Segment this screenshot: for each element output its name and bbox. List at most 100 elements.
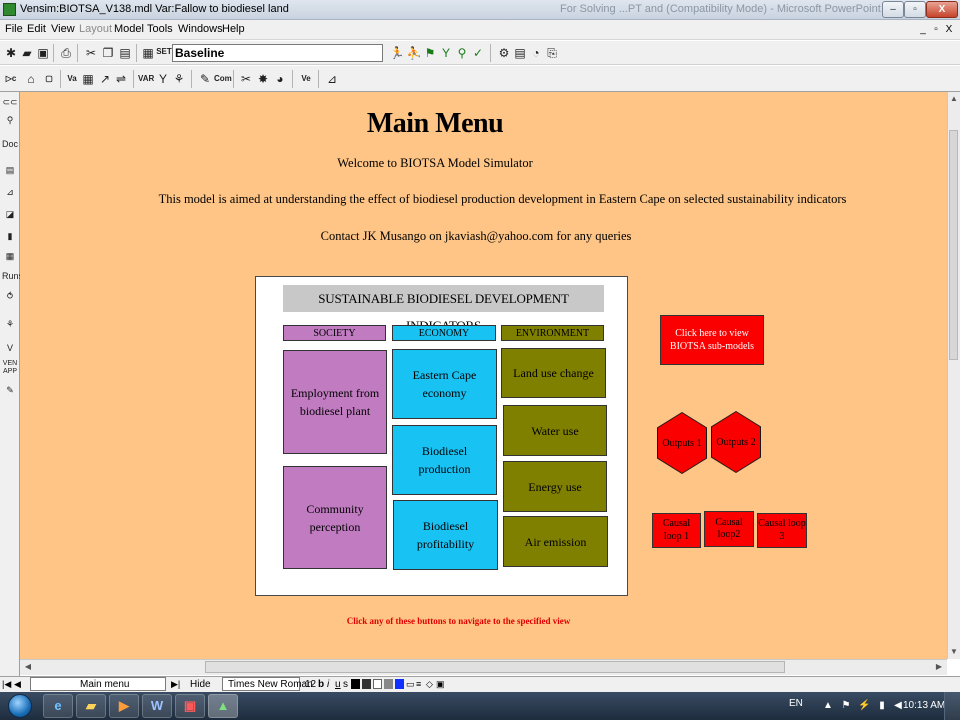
set-up-simulation-icon[interactable]: SET [156, 44, 172, 60]
runs-compare-icon[interactable]: Runs [2, 268, 23, 284]
tray-arrow-icon[interactable]: ▲ [822, 700, 834, 712]
lock-tool-icon[interactable]: ⌂ [23, 71, 39, 87]
merge-tool-icon[interactable]: ⚘ [171, 71, 187, 87]
bar-graph-icon[interactable]: ▮ [2, 228, 18, 244]
delete-tool-icon[interactable]: ✂ [238, 71, 254, 87]
strikethrough-toggle[interactable]: s [343, 678, 348, 691]
energy-use-button[interactable]: Energy use [503, 461, 607, 512]
check-model-icon[interactable]: ▤ [512, 45, 528, 61]
clock-icon[interactable]: ◔ [528, 45, 544, 61]
next-view-icon[interactable]: ▶| [171, 678, 180, 691]
units-check-icon[interactable]: ⚙ [496, 45, 512, 61]
extra-format-icon[interactable]: ▣ [436, 678, 445, 691]
causes-strip-icon[interactable]: ▤ [2, 162, 18, 178]
reference-mode-icon[interactable]: ◕ [272, 71, 288, 87]
venapp-builder-icon[interactable]: VEN APP [2, 360, 18, 376]
gaming-icon[interactable]: ⚑ [422, 45, 438, 61]
graph-tool-icon[interactable]: ⊿ [324, 71, 340, 87]
action-center-icon[interactable]: ⚑ [840, 700, 852, 712]
eastern-cape-economy-button[interactable]: Eastern Cape economy [392, 349, 497, 419]
rate-tool-icon[interactable]: ⇌ [113, 71, 129, 87]
pointer-tool-icon[interactable]: ▷c [3, 71, 19, 87]
word-icon[interactable]: W [142, 694, 172, 718]
causal-loop-3-button[interactable]: Causal loop 3 [757, 513, 807, 548]
sketch-icon[interactable]: ▦ [140, 45, 156, 61]
pdf-icon[interactable]: ▣ [175, 694, 205, 718]
document-tool-icon[interactable]: Doc [2, 136, 18, 152]
bold-toggle[interactable]: b [318, 678, 324, 691]
biodiesel-production-button[interactable]: Biodiesel production [392, 425, 497, 495]
vensim-app-icon[interactable] [3, 3, 16, 16]
copy-icon[interactable]: ❐ [100, 45, 116, 61]
align-icon[interactable]: ≡ [416, 678, 421, 691]
shape-icon[interactable]: ◇ [426, 678, 433, 691]
open-folder-icon[interactable]: ▰ [19, 45, 35, 61]
prev-view-icon[interactable]: ◀ [14, 678, 21, 691]
menu-file[interactable]: File [5, 23, 23, 35]
vertical-scroll-thumb[interactable] [949, 130, 958, 360]
submodels-button[interactable]: Click here to view BIOTSA sub-models [660, 315, 764, 365]
loops-icon[interactable]: ⥀ [2, 288, 18, 304]
close-button[interactable]: X [926, 1, 958, 18]
shadow-variable-tool-icon[interactable]: VAR [138, 71, 154, 87]
start-button[interactable] [8, 694, 32, 718]
sketch-comment-tool-icon[interactable]: ✎ [197, 71, 213, 87]
mdi-restore-button[interactable]: ▫ [930, 23, 942, 36]
box-variable-tool-icon[interactable]: ▢ [41, 71, 57, 87]
scroll-left-icon[interactable]: ◀ [23, 662, 33, 672]
network-icon[interactable]: ▮ [876, 700, 888, 712]
scroll-right-icon[interactable]: ▶ [934, 662, 944, 672]
print-icon[interactable]: ⎙ [58, 45, 74, 61]
venapp-tool-icon[interactable]: Ve [298, 71, 314, 87]
text-color-swatch[interactable] [351, 679, 360, 689]
water-use-button[interactable]: Water use [503, 405, 607, 456]
fill-color-swatch[interactable] [373, 679, 382, 689]
arrow-tool-icon[interactable]: ↗ [97, 71, 113, 87]
air-emission-button[interactable]: Air emission [503, 516, 608, 567]
sensitivity-icon[interactable]: Y [438, 45, 454, 61]
language-indicator[interactable]: EN [789, 698, 803, 709]
mdi-close-button[interactable]: X [943, 23, 955, 36]
synthesim-icon[interactable]: ⛹ [406, 45, 422, 61]
new-file-icon[interactable]: ✱ [3, 45, 19, 61]
cut-icon[interactable]: ✂ [83, 45, 99, 61]
run-name-input[interactable]: Baseline [172, 44, 383, 62]
show-desktop-button[interactable] [944, 692, 960, 720]
minimize-button[interactable]: – [882, 1, 904, 18]
venapp-icon[interactable]: V [2, 340, 18, 356]
save-icon[interactable]: ▣ [35, 45, 51, 61]
variable-tool-icon[interactable]: Va [64, 71, 80, 87]
syntax-tool-icon[interactable]: ✎ [2, 382, 18, 398]
causes-tree-icon[interactable]: ⊂⊂ [2, 94, 18, 110]
first-view-icon[interactable]: |◀ [2, 678, 11, 691]
runs-tool-icon[interactable]: ⚘ [2, 316, 18, 332]
ie-icon[interactable]: e [43, 694, 73, 718]
simulate-runner-icon[interactable]: 🏃 [389, 45, 405, 61]
vensim-icon[interactable]: ▲ [208, 694, 238, 718]
land-use-change-button[interactable]: Land use change [501, 348, 606, 398]
menu-view[interactable]: View [51, 23, 75, 35]
community-perception-button[interactable]: Community perception [283, 466, 387, 569]
clock[interactable]: 10:13 AM [903, 700, 945, 711]
media-player-icon[interactable]: ▶ [109, 694, 139, 718]
border-style-icon[interactable]: ▭ [406, 678, 415, 691]
line-color-swatch[interactable] [362, 679, 371, 689]
menu-edit[interactable]: Edit [27, 23, 46, 35]
table-icon[interactable]: ▦ [2, 248, 18, 264]
biodiesel-profitability-button[interactable]: Biodiesel profitability [393, 500, 498, 570]
italic-toggle[interactable]: i [327, 678, 329, 691]
comment-tool-icon[interactable]: Com [214, 71, 232, 87]
mdi-minimize-button[interactable]: _ [917, 23, 929, 36]
menu-help[interactable]: Help [222, 23, 245, 35]
strip-graph-icon[interactable]: ◪ [2, 206, 18, 222]
menu-tools[interactable]: Tools [147, 23, 173, 35]
font-size-field[interactable]: 12 [305, 678, 316, 691]
employment-button[interactable]: Employment from biodiesel plant [283, 350, 387, 454]
menu-model[interactable]: Model [114, 23, 144, 35]
paste-icon[interactable]: ▤ [117, 45, 133, 61]
menu-windows[interactable]: Windows [178, 23, 223, 35]
menu-layout[interactable]: Layout [79, 23, 112, 35]
equations-tool-icon[interactable]: ✸ [255, 71, 271, 87]
level-tool-icon[interactable]: ▦ [80, 71, 96, 87]
reality-check-icon[interactable]: ✓ [470, 45, 486, 61]
